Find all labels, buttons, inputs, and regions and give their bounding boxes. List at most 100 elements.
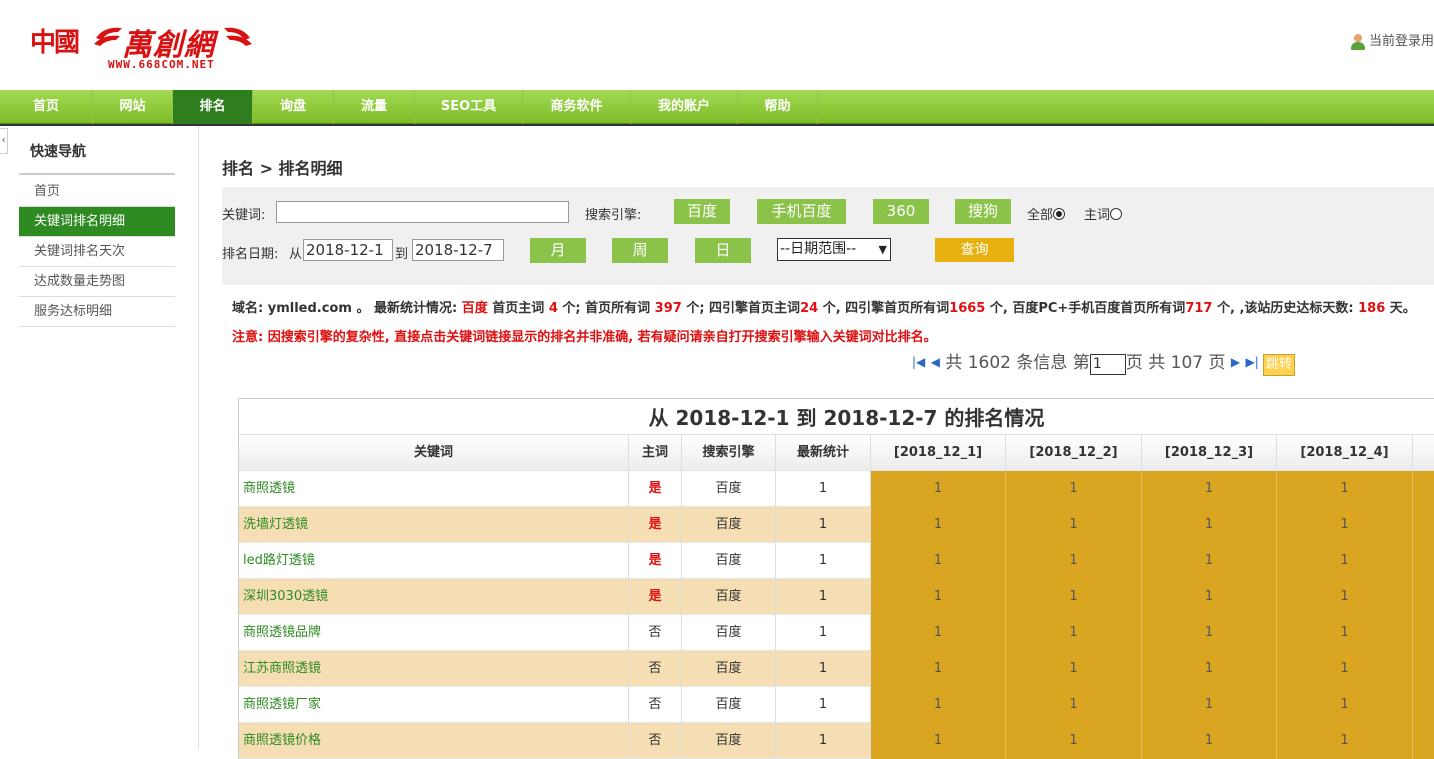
sidebar-item-keyword-rank-detail[interactable]: 关键词排名明细 — [19, 207, 175, 237]
day-2-cell: 1 — [1006, 651, 1142, 687]
keyword-link[interactable]: 商照透镜 — [239, 471, 629, 507]
keyword-link[interactable]: 深圳3030透镜 — [239, 579, 629, 615]
day-1-cell: 1 — [871, 579, 1006, 615]
table-row: 深圳3030透镜是百度 1 1 1 1 1 — [239, 579, 1434, 615]
sidebar-item-home[interactable]: 首页 — [19, 177, 175, 207]
nav-item-inquiry[interactable]: 询盘 — [253, 90, 334, 124]
first-page-icon[interactable]: |◀ — [912, 355, 925, 369]
day-5-cell — [1413, 471, 1434, 507]
day-5-cell — [1413, 579, 1434, 615]
date-from-input[interactable]: 2018-12-1 — [303, 239, 393, 261]
prev-page-icon[interactable]: ◀ — [931, 355, 940, 369]
stats-domain-label: 域名: — [232, 301, 264, 316]
stats-engine: 百度 — [461, 301, 488, 316]
keyword-link[interactable]: 商照透镜品牌 — [239, 615, 629, 651]
table-header-row: 关键词 主词 搜索引擎 最新统计 [2018_12_1] [2018_12_2]… — [239, 435, 1434, 471]
stats-intro: 。 最新统计情况: — [356, 301, 458, 316]
nav-item-traffic[interactable]: 流量 — [334, 90, 415, 124]
day-4-cell: 1 — [1277, 471, 1413, 507]
engine-baidu-button[interactable]: 百度 — [674, 199, 730, 224]
radio-main-label: 主词 — [1084, 208, 1111, 223]
sidebar-item-keyword-rank-days[interactable]: 关键词排名天次 — [19, 237, 175, 267]
main-cell: 否 — [629, 687, 682, 723]
nav-item-my-account[interactable]: 我的账户 — [631, 90, 738, 124]
latest-cell: 1 — [776, 543, 871, 579]
radio-all-option[interactable]: 全部 — [1027, 204, 1066, 223]
sidebar-collapse-icon[interactable]: ‹ — [0, 128, 8, 154]
logo-mark: 中國 — [30, 28, 80, 58]
next-page-icon[interactable]: ▶ — [1231, 355, 1240, 369]
date-to-input[interactable]: 2018-12-7 — [412, 239, 504, 261]
pager-text-1: 共 — [945, 353, 963, 373]
day-4-cell: 1 — [1277, 723, 1413, 759]
stats-summary: 域名: ymlled.com 。 最新统计情况: 百度 首页主词 4 个; 首页… — [232, 297, 1416, 316]
stats-text-1: 首页主词 — [492, 301, 545, 316]
logo-url: WWW.668COM.NET — [108, 58, 215, 71]
main-cell: 否 — [629, 615, 682, 651]
latest-cell: 1 — [776, 723, 871, 759]
day-5-cell — [1413, 615, 1434, 651]
page-header: 中國 萬創網 WWW.668COM.NET 当前登录用 — [0, 0, 1434, 90]
last-page-icon[interactable]: ▶| — [1246, 355, 1259, 369]
date-range-select[interactable]: --日期范围-- ▼ — [777, 238, 891, 261]
engine-360-button[interactable]: 360 — [873, 199, 929, 224]
nav-item-home[interactable]: 首页 — [0, 90, 93, 124]
nav-item-help[interactable]: 帮助 — [738, 90, 818, 124]
engine-cell: 百度 — [682, 507, 776, 543]
query-button[interactable]: 查询 — [935, 238, 1014, 262]
day-2-cell: 1 — [1006, 723, 1142, 759]
stats-days: 186 — [1358, 301, 1386, 316]
date-from-label: 从 — [289, 247, 303, 262]
radio-main-option[interactable]: 主词 — [1084, 204, 1123, 223]
nav-item-ranking[interactable]: 排名 — [173, 90, 253, 124]
keyword-label: 关键词: — [222, 208, 266, 223]
day-4-cell: 1 — [1277, 507, 1413, 543]
day-5-cell — [1413, 507, 1434, 543]
stats-text-5: 个, 百度PC+手机百度首页所有词 — [989, 301, 1186, 316]
engine-sogou-button[interactable]: 搜狗 — [955, 199, 1011, 224]
col-header-day-3: [2018_12_3] — [1142, 435, 1277, 471]
day-1-cell: 1 — [871, 687, 1006, 723]
nav-item-business-software[interactable]: 商务软件 — [523, 90, 631, 124]
pager-text-4: 页 — [1208, 353, 1226, 373]
period-day-button[interactable]: 日 — [695, 238, 751, 263]
day-4-cell: 1 — [1277, 651, 1413, 687]
period-week-button[interactable]: 周 — [612, 238, 668, 263]
keyword-link[interactable]: 江苏商照透镜 — [239, 651, 629, 687]
keyword-input[interactable] — [276, 201, 569, 223]
keyword-link[interactable]: 洗墙灯透镜 — [239, 507, 629, 543]
day-3-cell: 1 — [1142, 507, 1277, 543]
pager-text-2: 条信息 第 — [1016, 353, 1090, 373]
main-cell: 是 — [629, 471, 682, 507]
latest-cell: 1 — [776, 471, 871, 507]
table-body: 商照透镜是百度 1 1 1 1 1 洗墙灯透镜是百度 1 1 1 1 1 led路灯透镜是百度 1 1 1 1 1… — [239, 471, 1434, 759]
keyword-link[interactable]: led路灯透镜 — [239, 543, 629, 579]
engine-cell: 百度 — [682, 615, 776, 651]
col-header-day-2: [2018_12_2] — [1006, 435, 1142, 471]
engine-mobile-baidu-button[interactable]: 手机百度 — [757, 199, 846, 224]
day-5-cell — [1413, 723, 1434, 759]
table-caption: 从 2018-12-1 到 2018-12-7 的排名情况 — [239, 399, 1434, 435]
col-header-latest: 最新统计 — [776, 435, 871, 471]
sidebar-item-trend-chart[interactable]: 达成数量走势图 — [19, 267, 175, 297]
nav-item-seo-tools[interactable]: SEO工具 — [415, 90, 523, 124]
jump-button[interactable]: 跳转 — [1262, 354, 1295, 376]
col-header-day-4: [2018_12_4] — [1277, 435, 1413, 471]
stats-text-2: 个; 首页所有词 — [562, 301, 651, 316]
keyword-link[interactable]: 商照透镜价格 — [239, 723, 629, 759]
day-1-cell: 1 — [871, 507, 1006, 543]
nav-item-website[interactable]: 网站 — [93, 90, 173, 124]
page-input[interactable]: 1 — [1089, 354, 1126, 375]
sidebar-title: 快速导航 — [30, 144, 86, 160]
radio-all[interactable] — [1053, 208, 1066, 220]
table-row: 商照透镜是百度 1 1 1 1 1 — [239, 471, 1434, 507]
radio-main[interactable] — [1110, 208, 1123, 220]
sidebar-item-service-detail[interactable]: 服务达标明细 — [19, 297, 175, 327]
sidebar: ‹ 快速导航 首页 关键词排名明细 关键词排名天次 达成数量走势图 服务达标明细 — [0, 126, 199, 748]
day-3-cell: 1 — [1142, 543, 1277, 579]
date-to-label: 到 — [395, 247, 409, 262]
sidebar-divider — [19, 173, 175, 175]
keyword-link[interactable]: 商照透镜厂家 — [239, 687, 629, 723]
day-3-cell: 1 — [1142, 471, 1277, 507]
period-month-button[interactable]: 月 — [530, 238, 586, 263]
